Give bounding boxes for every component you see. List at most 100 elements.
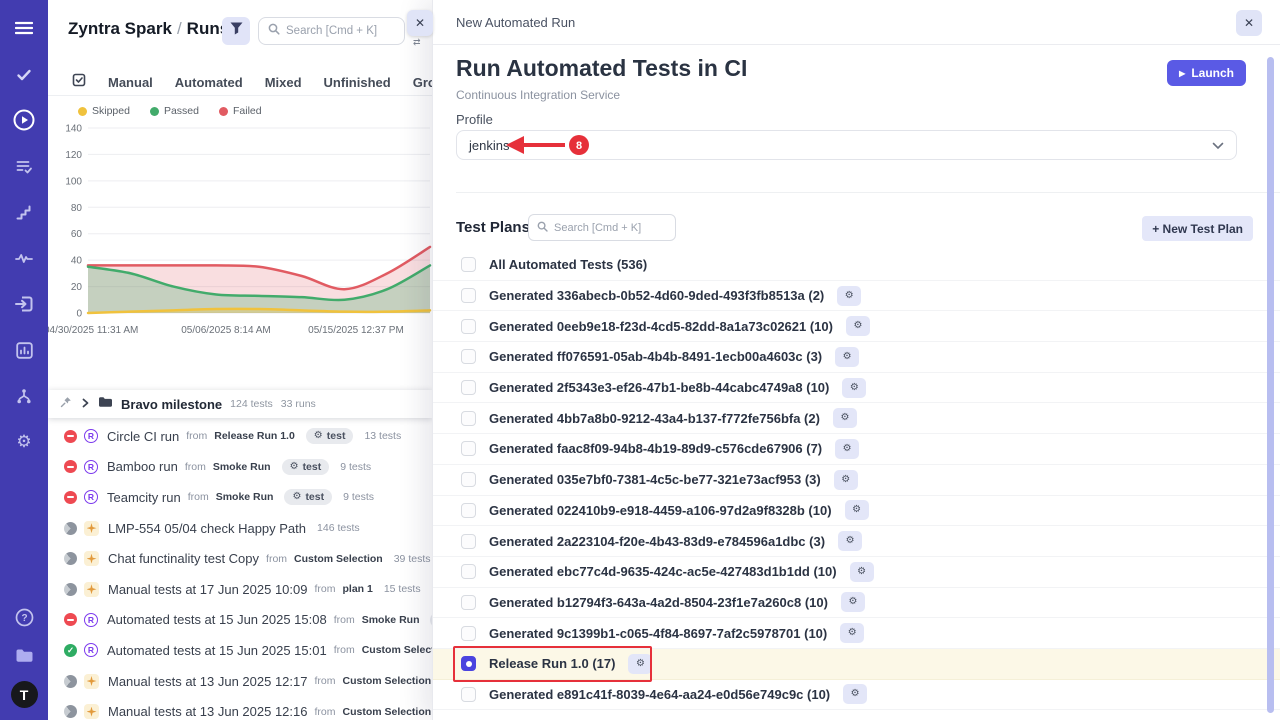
plan-settings-button[interactable]: ⚙ — [834, 470, 858, 490]
failed-status-icon — [64, 491, 77, 504]
steps-icon[interactable] — [12, 200, 36, 224]
plan-settings-button[interactable]: ⚙ — [843, 684, 867, 704]
test-plan-row[interactable]: Generated 022410b9-e918-4459-a106-97d2a9… — [433, 496, 1280, 527]
plan-checkbox[interactable] — [461, 534, 476, 549]
test-plan-row[interactable]: Generated ff076591-05ab-4b4b-8491-1ecb00… — [433, 342, 1280, 373]
run-name: Teamcity run — [107, 490, 181, 505]
app-logo[interactable]: T — [11, 681, 38, 708]
runs-search-input[interactable] — [286, 25, 396, 37]
test-plan-row[interactable]: Generated ebc77c4d-9635-424c-ac5e-427483… — [433, 557, 1280, 588]
import-icon[interactable] — [12, 292, 36, 316]
test-plan-row[interactable]: Generated 9c1399b1-c065-4f84-8697-7af2c5… — [433, 618, 1280, 649]
test-plan-row[interactable]: Generated b12794f3-643a-4a2d-8504-23f1e7… — [433, 588, 1280, 619]
gear-icon: ⚙ — [848, 628, 857, 638]
run-list-item[interactable]: RAutomated tests at 15 Jun 2025 15:08fro… — [48, 605, 432, 636]
plan-checkbox[interactable] — [461, 687, 476, 702]
help-icon[interactable]: ? — [12, 605, 36, 629]
test-plan-row[interactable]: Generated 4bb7a8b0-9212-43a4-b137-f772fe… — [433, 403, 1280, 434]
run-list-item[interactable]: RCircle CI runfromRelease Run 1.0⚙test13… — [48, 421, 432, 452]
select-all-checkbox-icon[interactable] — [72, 73, 86, 92]
plan-checkbox[interactable] — [461, 288, 476, 303]
test-plan-row[interactable]: Release Run 1.0 (17)⚙ — [433, 649, 1280, 680]
plan-checkbox[interactable] — [461, 564, 476, 579]
plan-checkbox[interactable] — [461, 656, 476, 671]
plan-checkbox[interactable] — [461, 595, 476, 610]
drawer-scrollbar[interactable] — [1267, 57, 1274, 713]
run-list-item[interactable]: Manual tests at 13 Jun 2025 12:16fromCus… — [48, 696, 432, 720]
run-list-item[interactable]: Manual tests at 13 Jun 2025 12:17fromCus… — [48, 666, 432, 697]
analytics-icon[interactable] — [12, 338, 36, 362]
run-list-item[interactable]: RBamboo runfromSmoke Run⚙test9 tests — [48, 452, 432, 483]
test-plans-title: Test Plans — [456, 219, 530, 236]
tab-unfinished[interactable]: Unfinished — [324, 75, 391, 90]
plan-settings-button[interactable]: ⚙ — [837, 286, 861, 306]
test-plan-row[interactable]: All Automated Tests (536) — [433, 250, 1280, 281]
plan-checkbox[interactable] — [461, 319, 476, 334]
chevron-right-icon[interactable] — [80, 395, 90, 413]
test-plan-row[interactable]: Generated faac8f09-94b8-4b19-89d9-c576cd… — [433, 434, 1280, 465]
checks-icon[interactable] — [12, 62, 36, 86]
plan-settings-button[interactable]: ⚙ — [835, 439, 859, 459]
test-plan-row[interactable]: Generated 035e7bf0-7381-4c5c-be77-321e73… — [433, 465, 1280, 496]
tab-manual[interactable]: Manual — [108, 75, 153, 90]
plan-checkbox[interactable] — [461, 257, 476, 272]
run-list-item[interactable]: ✓RAutomated tests at 15 Jun 2025 15:01fr… — [48, 635, 432, 666]
automated-run-icon: R — [84, 490, 98, 504]
run-list-item[interactable]: Manual tests at 17 Jun 2025 10:09frompla… — [48, 574, 432, 605]
run-source: Smoke Run — [213, 461, 271, 473]
gear-icon: ⚙ — [857, 567, 866, 577]
run-list-item[interactable]: Chat functinality test CopyfromCustom Se… — [48, 543, 432, 574]
plan-checkbox[interactable] — [461, 441, 476, 456]
test-plan-row[interactable]: Generated 2a223104-f20e-4b43-83d9-e78459… — [433, 526, 1280, 557]
plan-checkbox[interactable] — [461, 503, 476, 518]
plan-settings-button[interactable]: ⚙ — [840, 623, 864, 643]
docs-folder-icon[interactable] — [12, 643, 36, 667]
test-plan-row[interactable]: Generated 336abecb-0b52-4d60-9ded-493f3f… — [433, 281, 1280, 312]
milestone-row[interactable]: Bravo milestone 124 tests 33 runs — [48, 390, 432, 418]
plan-checkbox[interactable] — [461, 411, 476, 426]
plan-settings-button[interactable]: ⚙ — [835, 347, 859, 367]
plan-checkbox[interactable] — [461, 380, 476, 395]
run-list-item[interactable]: LMP-554 05/04 check Happy Path146 tests — [48, 513, 432, 544]
settings-gear-icon[interactable]: ⚙ — [12, 430, 36, 454]
panel-close-button[interactable]: ✕ — [407, 10, 433, 36]
plan-settings-button[interactable]: ⚙ — [845, 500, 869, 520]
launch-button[interactable]: ▶ Launch — [1167, 60, 1246, 86]
tab-automated[interactable]: Automated — [175, 75, 243, 90]
chart-legend: SkippedPassedFailed — [78, 105, 262, 117]
drawer-close-button[interactable]: ✕ — [1236, 10, 1262, 36]
test-plan-row[interactable]: Generated 0eeb9e18-f23d-4cd5-82dd-8a1a73… — [433, 311, 1280, 342]
runs-search-box[interactable] — [258, 17, 405, 45]
runs-icon[interactable] — [12, 108, 36, 132]
plans-search-input[interactable] — [554, 222, 666, 234]
plan-settings-button[interactable]: ⚙ — [850, 562, 874, 582]
plan-settings-button[interactable]: ⚙ — [841, 592, 865, 612]
plan-checkbox[interactable] — [461, 349, 476, 364]
plan-settings-button[interactable]: ⚙ — [628, 654, 652, 674]
milestone-tests-count: 124 tests — [230, 398, 273, 410]
menu-icon[interactable] — [12, 16, 36, 40]
new-test-plan-button[interactable]: + New Test Plan — [1142, 216, 1253, 241]
spark-burst — [87, 584, 97, 594]
plan-settings-button[interactable]: ⚙ — [846, 316, 870, 336]
test-plan-row[interactable]: Generated e891c41f-8039-4e64-aa24-e0d56e… — [433, 680, 1280, 711]
profile-value: jenkins — [469, 138, 509, 153]
plan-settings-button[interactable]: ⚙ — [833, 408, 857, 428]
plan-checkbox[interactable] — [461, 626, 476, 641]
breadcrumb-project[interactable]: Zyntra Spark — [68, 19, 172, 38]
filter-button[interactable] — [222, 17, 250, 45]
plan-settings-button[interactable]: ⚙ — [838, 531, 862, 551]
profile-select[interactable]: jenkins — [456, 130, 1237, 160]
gear-icon: ⚙ — [292, 492, 301, 502]
failed-status-icon — [64, 460, 77, 473]
plans-search-box[interactable] — [528, 214, 676, 241]
pulse-icon[interactable] — [12, 246, 36, 270]
tab-mixed[interactable]: Mixed — [265, 75, 302, 90]
plan-settings-button[interactable]: ⚙ — [842, 378, 866, 398]
run-list-item[interactable]: RTeamcity runfromSmoke Run⚙test9 tests — [48, 482, 432, 513]
plan-checkbox[interactable] — [461, 472, 476, 487]
test-plan-row[interactable]: Generated 2f5343e3-ef26-47b1-be8b-44cabc… — [433, 373, 1280, 404]
test-plans-icon[interactable] — [12, 154, 36, 178]
resize-handle-icon[interactable]: ⇄ — [413, 37, 421, 48]
branches-icon[interactable] — [12, 384, 36, 408]
